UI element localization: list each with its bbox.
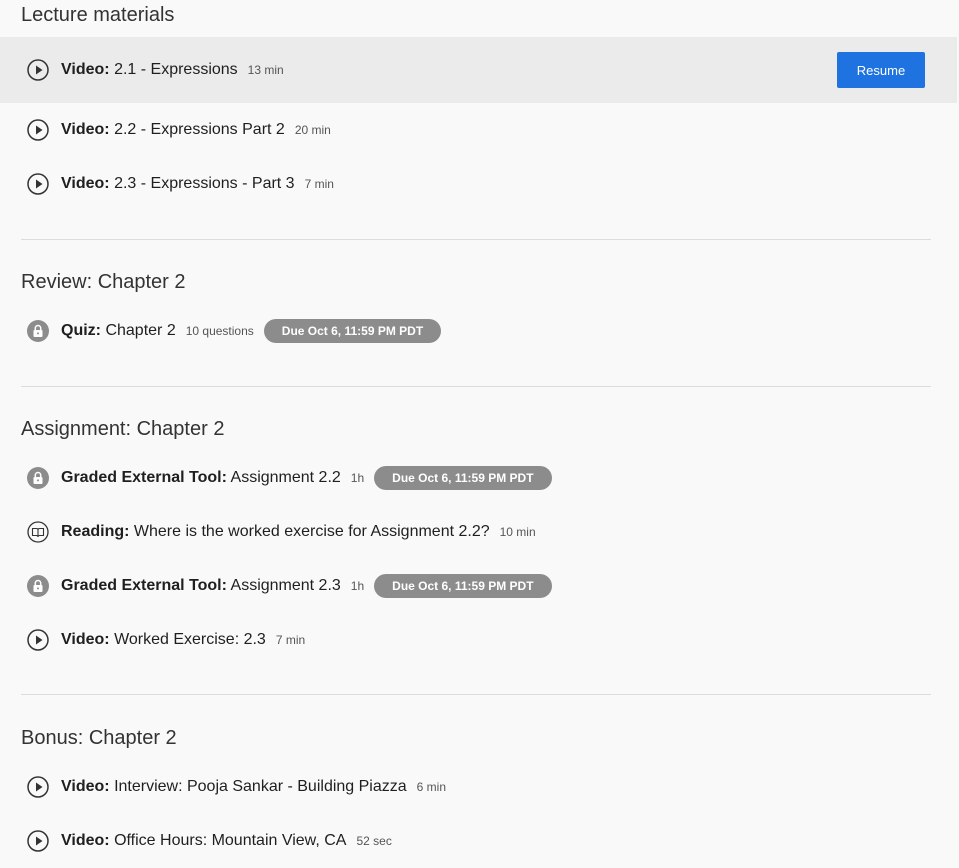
item-type: Video:: [61, 121, 110, 138]
play-icon: [27, 173, 49, 195]
item-title: Chapter 2: [105, 322, 176, 339]
play-icon: [27, 59, 49, 81]
item-title: Assignment 2.2: [230, 469, 341, 486]
item-title: 2.1 - Expressions: [114, 61, 238, 78]
item-type: Graded External Tool:: [61, 469, 227, 486]
item-question-count: 10 questions: [185, 324, 254, 338]
item-title: Assignment 2.3: [230, 577, 341, 594]
list-item-assignment-2-3[interactable]: Graded External Tool: Assignment 2.3 1h …: [0, 570, 957, 602]
item-title: 2.2 - Expressions Part 2: [114, 121, 285, 138]
list-item-quiz-chapter-2[interactable]: Quiz: Chapter 2 10 questions Due Oct 6, …: [0, 315, 957, 347]
item-label: Graded External Tool: Assignment 2.2: [61, 469, 341, 487]
list-item-video-2-1[interactable]: Video: 2.1 - Expressions 13 min Resume: [0, 37, 957, 103]
item-type: Video:: [61, 631, 110, 648]
section-title-review: Review: Chapter 2: [21, 271, 186, 293]
item-title: Worked Exercise: 2.3: [114, 631, 266, 648]
section-divider: [21, 386, 931, 387]
item-duration: 10 min: [499, 525, 536, 539]
item-duration: 7 min: [275, 633, 306, 647]
item-duration: 20 min: [294, 123, 331, 137]
lock-icon: [27, 320, 49, 342]
item-title: Interview: Pooja Sankar - Building Piazz…: [114, 778, 407, 795]
item-type: Video:: [61, 61, 110, 78]
item-label: Video: 2.3 - Expressions - Part 3: [61, 175, 295, 193]
list-item-reading[interactable]: Reading: Where is the worked exercise fo…: [0, 516, 957, 548]
list-item-worked-exercise-2-3[interactable]: Video: Worked Exercise: 2.3 7 min: [0, 624, 957, 656]
item-label: Video: 2.2 - Expressions Part 2: [61, 121, 285, 139]
item-duration: 1h: [350, 471, 365, 485]
list-item-assignment-2-2[interactable]: Graded External Tool: Assignment 2.2 1h …: [0, 462, 957, 494]
item-type: Video:: [61, 778, 110, 795]
item-label: Graded External Tool: Assignment 2.3: [61, 577, 341, 595]
item-label: Reading: Where is the worked exercise fo…: [61, 523, 490, 541]
list-item-video-2-2[interactable]: Video: 2.2 - Expressions Part 2 20 min: [0, 114, 957, 146]
resume-button[interactable]: Resume: [837, 52, 925, 88]
due-date-badge: Due Oct 6, 11:59 PM PDT: [374, 466, 552, 490]
list-item-office-hours[interactable]: Video: Office Hours: Mountain View, CA 5…: [0, 825, 957, 857]
item-duration: 6 min: [416, 780, 446, 794]
play-icon: [27, 119, 49, 141]
section-title-lecture-materials: Lecture materials: [21, 4, 175, 26]
item-type: Reading:: [61, 523, 130, 540]
item-duration: 7 min: [304, 177, 334, 191]
item-label: Video: Interview: Pooja Sankar - Buildin…: [61, 778, 407, 796]
item-type: Video:: [61, 175, 110, 192]
item-title: 2.3 - Expressions - Part 3: [114, 175, 295, 192]
item-duration: 52 sec: [356, 834, 392, 848]
play-icon: [27, 629, 49, 651]
section-divider: [21, 239, 931, 240]
lock-icon: [27, 467, 49, 489]
item-label: Quiz: Chapter 2: [61, 322, 176, 340]
item-duration: 13 min: [247, 63, 284, 77]
due-date-badge: Due Oct 6, 11:59 PM PDT: [263, 319, 442, 343]
due-date-badge: Due Oct 6, 11:59 PM PDT: [374, 574, 552, 598]
item-type: Graded External Tool:: [61, 577, 227, 594]
item-title: Office Hours: Mountain View, CA: [114, 832, 347, 849]
play-icon: [27, 830, 49, 852]
list-item-video-2-3[interactable]: Video: 2.3 - Expressions - Part 3 7 min: [0, 168, 957, 200]
item-title: Where is the worked exercise for Assignm…: [133, 523, 490, 540]
section-title-bonus: Bonus: Chapter 2: [21, 727, 177, 749]
item-label: Video: Office Hours: Mountain View, CA: [61, 832, 346, 850]
item-label: Video: Worked Exercise: 2.3: [61, 631, 266, 649]
item-type: Video:: [61, 832, 110, 849]
section-divider: [21, 694, 931, 695]
item-type: Quiz:: [61, 322, 101, 339]
lock-icon: [27, 575, 49, 597]
item-label: Video: 2.1 - Expressions: [61, 61, 238, 79]
list-item-interview[interactable]: Video: Interview: Pooja Sankar - Buildin…: [0, 771, 957, 803]
item-duration: 1h: [350, 579, 365, 593]
play-icon: [27, 776, 49, 798]
book-icon: [27, 521, 49, 543]
section-title-assignment: Assignment: Chapter 2: [21, 418, 225, 440]
